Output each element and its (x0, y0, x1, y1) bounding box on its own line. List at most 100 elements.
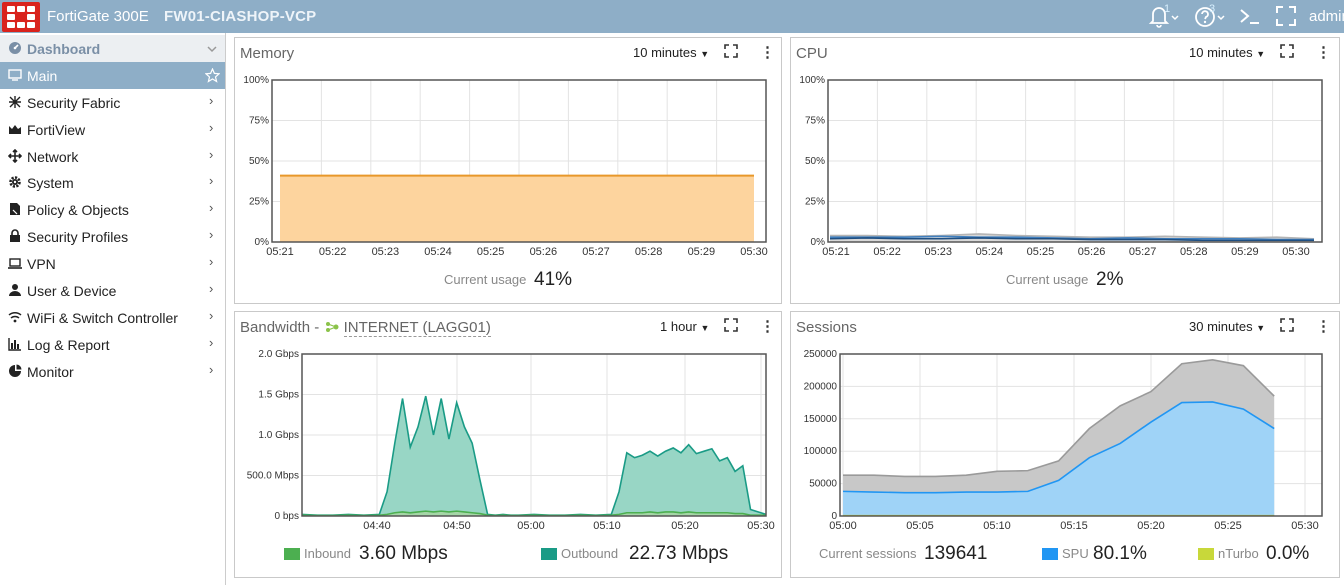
sidebar-item-network[interactable]: Network › (0, 143, 225, 170)
x-tick-label: 05:21 (822, 246, 850, 258)
chevron-right-icon: › (209, 362, 214, 377)
chevron-right-icon: › (209, 173, 214, 188)
notifications-count: 1 (1164, 3, 1171, 15)
sidebar-item-label: FortiView (27, 122, 86, 138)
star-icon[interactable] (205, 68, 220, 83)
x-tick-label: 05:29 (688, 246, 716, 258)
device-model: FortiGate 300E (47, 8, 149, 25)
fabric-icon (9, 96, 21, 108)
outbound-legend-swatch (541, 548, 557, 560)
sidebar: Dashboard Main Security Fabric › FortiVi… (0, 33, 226, 585)
usage-label: Current usage (1006, 272, 1089, 287)
device-hostname: FW01-CIASHOP-VCP (164, 8, 317, 25)
y-tick-label: 100000 (804, 446, 838, 457)
sidebar-item-label: VPN (27, 256, 56, 272)
notifications-button[interactable]: 1 (1148, 3, 1180, 28)
x-tick-label: 05:00 (829, 520, 857, 532)
sidebar-item-user-device[interactable]: User & Device › (0, 277, 225, 304)
terminal-icon (1240, 9, 1259, 24)
spu-label: SPU (1062, 546, 1089, 561)
memory-area (280, 175, 754, 242)
y-tick-label: 250000 (804, 349, 838, 360)
sidebar-item-security-fabric[interactable]: Security Fabric › (0, 89, 225, 116)
sidebar-item-wifi-switch-controller[interactable]: WiFi & Switch Controller › (0, 304, 225, 331)
bandwidth-chart: 0 bps 500.0 Mbps 1.0 Gbps 1.5 Gbps 2.0 Gbps 0… (247, 349, 775, 532)
sidebar-item-vpn[interactable]: VPN › (0, 250, 225, 277)
fullscreen-button[interactable] (1275, 4, 1297, 28)
y-tick-label: 500.0 Mbps (247, 471, 299, 482)
y-tick-label: 25% (249, 197, 269, 208)
x-tick-label: 05:22 (319, 246, 347, 258)
y-tick-label: 2.0 Gbps (258, 349, 299, 360)
sidebar-item-policy-objects[interactable]: Policy & Objects › (0, 196, 225, 223)
bar-chart-icon (8, 338, 21, 351)
top-bar: FortiGate 300E FW01-CIASHOP-VCP 1 3 admi… (0, 0, 1344, 33)
x-tick-label: 05:30 (747, 520, 775, 532)
chart-icon (9, 125, 21, 134)
x-tick-label: 05:26 (1078, 246, 1106, 258)
y-tick-label: 75% (249, 116, 269, 127)
x-tick-label: 05:21 (266, 246, 294, 258)
sidebar-item-main[interactable]: Main (0, 62, 225, 89)
x-tick-label: 05:25 (1027, 246, 1055, 258)
help-button[interactable]: 3 (1193, 3, 1227, 28)
wifi-icon (8, 311, 22, 323)
sidebar-item-fortiview[interactable]: FortiView › (0, 116, 225, 143)
inbound-legend-swatch (284, 548, 300, 560)
expand-icon (1276, 6, 1296, 26)
x-tick-label: 05:23 (924, 246, 952, 258)
y-tick-label: 1.0 Gbps (258, 430, 299, 441)
x-tick-label: 05:26 (530, 246, 558, 258)
x-tick-label: 05:29 (1231, 246, 1259, 258)
cpu-widget: CPU 10 minutes ▼ ⋮ 0% 25% 50% 75% 100% 05:21 0… (790, 37, 1340, 304)
y-tick-label: 25% (805, 197, 825, 208)
memory-chart: 0%25%50%75%100%05:21 05:22 05:23 05:24 05:25… (243, 75, 768, 258)
chevron-right-icon: › (209, 227, 214, 242)
x-tick-label: 05:28 (635, 246, 663, 258)
usage-label: Current usage (444, 272, 527, 287)
sidebar-item-system[interactable]: System › (0, 169, 225, 196)
sidebar-item-label: Log & Report (27, 337, 110, 353)
memory-widget: Memory 10 minutes ▼ ⋮ 0% 25% 50% 75% 100% 05:… (234, 37, 782, 304)
sidebar-item-label: WiFi & Switch Controller (27, 310, 178, 326)
y-tick-label: 100% (243, 75, 269, 86)
user-menu[interactable]: admin (1309, 8, 1344, 25)
sidebar-item-label: Monitor (27, 364, 74, 380)
x-tick-label: 05:30 (740, 246, 768, 258)
fortinet-logo[interactable] (2, 2, 40, 32)
y-tick-label: 50% (805, 156, 825, 167)
sidebar-item-dashboard[interactable]: Dashboard (0, 35, 225, 62)
y-tick-label: 50000 (809, 479, 837, 490)
inbound-label: Inbound (304, 546, 351, 561)
x-tick-label: 05:10 (983, 520, 1011, 532)
x-tick-label: 05:30 (1291, 520, 1319, 532)
cli-console-button[interactable] (1238, 4, 1262, 28)
nturbo-label: nTurbo (1218, 546, 1259, 561)
y-tick-label: 1.5 Gbps (258, 390, 299, 401)
x-tick-label: 05:10 (593, 520, 621, 532)
sidebar-item-security-profiles[interactable]: Security Profiles › (0, 223, 225, 250)
chevron-right-icon: › (209, 200, 214, 215)
sidebar-item-label: Security Fabric (27, 95, 121, 111)
lock-icon (10, 229, 20, 242)
chevron-right-icon: › (209, 147, 214, 162)
dashboard-icon (9, 42, 21, 54)
x-tick-label: 05:20 (671, 520, 699, 532)
x-tick-label: 05:24 (976, 246, 1004, 258)
chevron-right-icon: › (209, 308, 214, 323)
spu-value: 80.1% (1093, 543, 1147, 564)
sidebar-item-log-report[interactable]: Log & Report › (0, 331, 225, 358)
y-tick-label: 200000 (804, 381, 838, 392)
y-tick-label: 75% (805, 116, 825, 127)
chevron-right-icon: › (209, 335, 214, 350)
laptop-icon (8, 258, 22, 269)
monitor-icon (8, 69, 22, 81)
spu-legend-swatch (1042, 548, 1058, 560)
chevron-right-icon: › (209, 254, 214, 269)
x-tick-label: 05:05 (906, 520, 934, 532)
x-tick-label: 05:27 (1129, 246, 1157, 258)
chevron-right-icon: › (209, 93, 214, 108)
x-tick-label: 04:50 (443, 520, 471, 532)
y-tick-label: 150000 (804, 414, 838, 425)
sidebar-item-monitor[interactable]: Monitor › (0, 358, 225, 385)
